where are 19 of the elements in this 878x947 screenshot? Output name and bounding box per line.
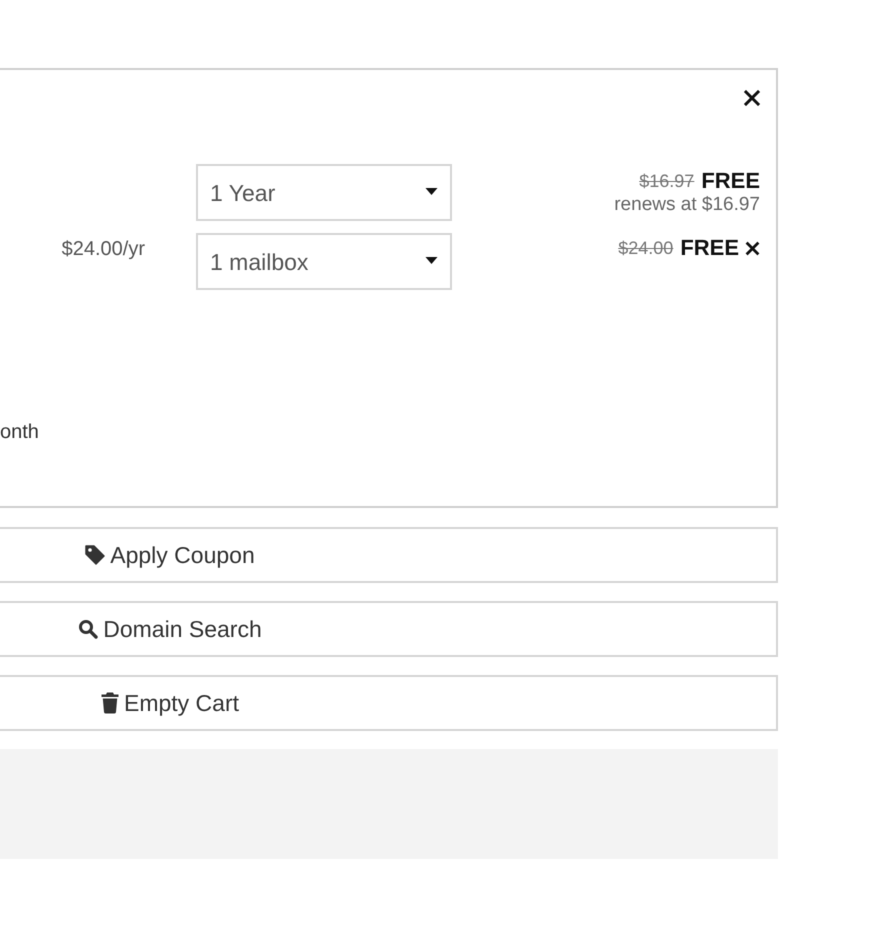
close-icon[interactable] — [744, 90, 760, 106]
tag-icon — [85, 545, 106, 565]
empty-cart-button[interactable]: Empty Cart — [0, 675, 778, 731]
discounted-price: FREE — [680, 235, 739, 261]
original-price: $24.00 — [618, 237, 674, 260]
remove-icon[interactable] — [745, 240, 760, 256]
renewal-price: renews at $16.97 — [614, 194, 760, 216]
discounted-price: FREE — [701, 168, 760, 194]
caret-icon — [425, 188, 438, 195]
unit-price: $24.00/yr — [62, 237, 145, 261]
billing-cycle-select[interactable]: 1 Year — [196, 164, 452, 221]
caret-icon — [425, 257, 438, 264]
domain-search-button[interactable]: Domain Search — [0, 601, 778, 657]
search-icon — [78, 619, 98, 639]
trash-icon — [100, 692, 119, 714]
original-price: $16.97 — [639, 170, 694, 193]
apply-coupon-button[interactable]: Apply Coupon — [0, 527, 778, 583]
note-text: onth — [0, 420, 39, 444]
mailbox-select[interactable]: 1 mailbox — [196, 233, 452, 290]
